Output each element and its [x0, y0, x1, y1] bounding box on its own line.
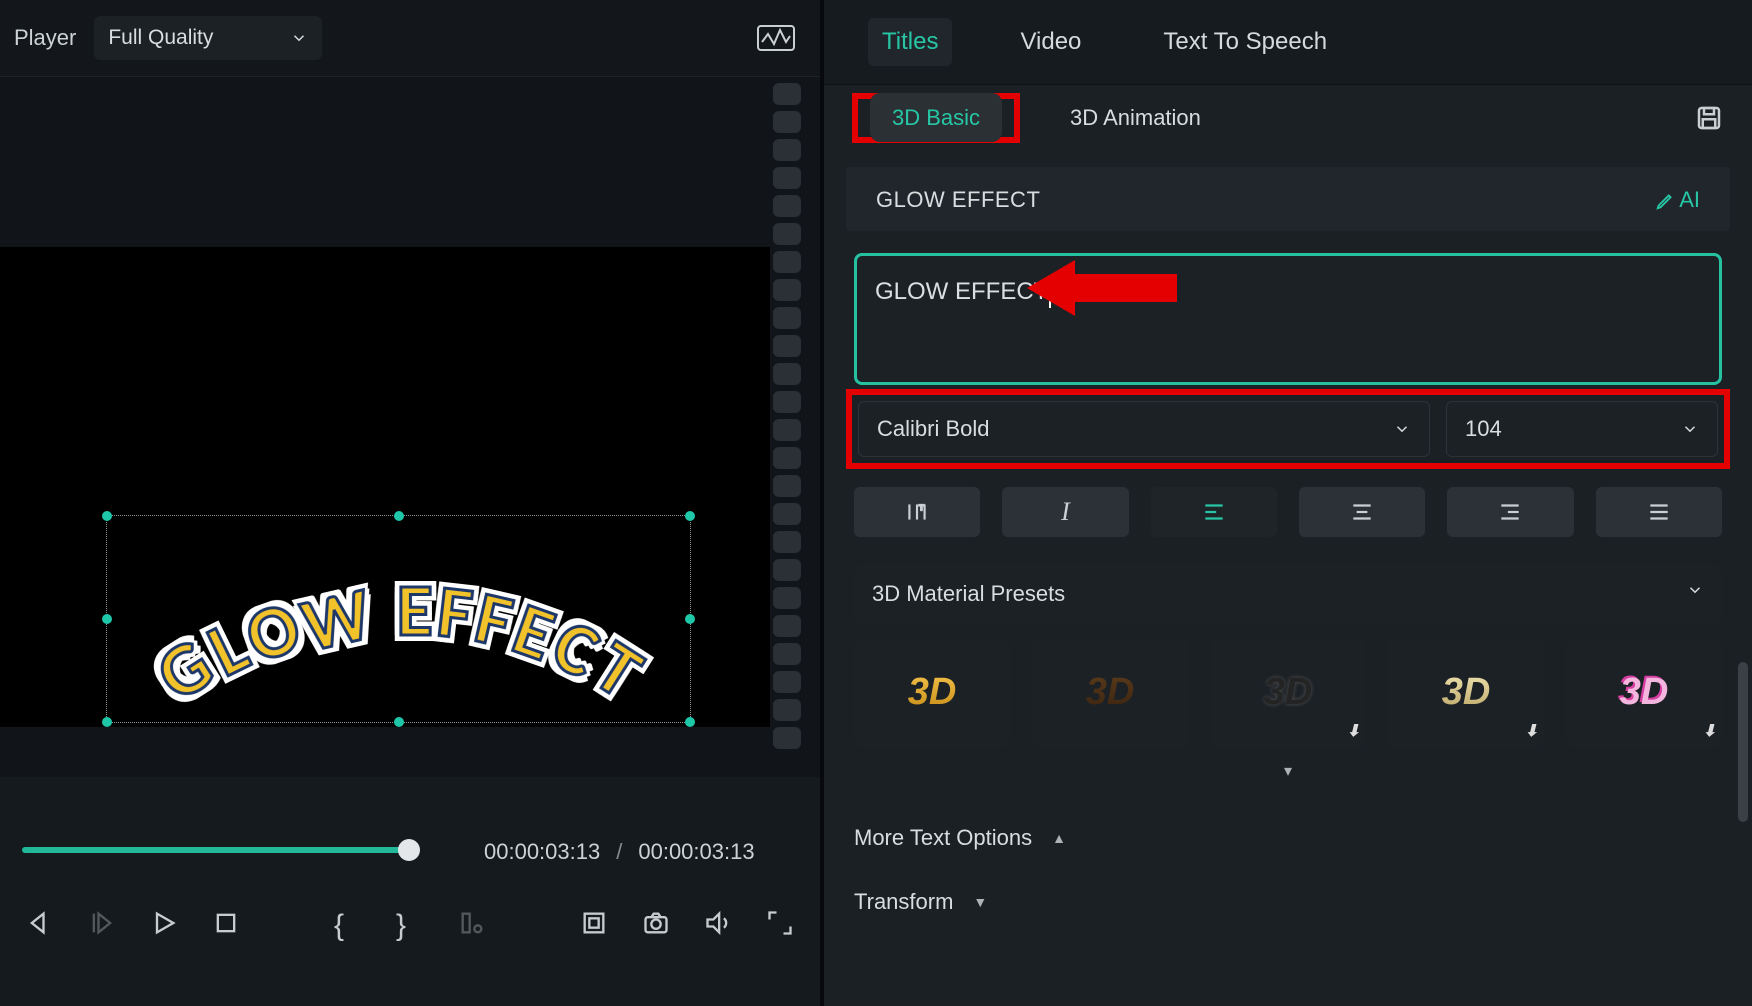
- preset-tile-1[interactable]: 3D: [854, 639, 1010, 747]
- section-header: GLOW EFFECT AI: [846, 167, 1730, 231]
- transform-label: Transform: [854, 889, 953, 915]
- timeline: 00:00:03:13 / 00:00:03:13: [0, 817, 820, 891]
- text-input-card[interactable]: GLOW EFFECT: [854, 253, 1722, 385]
- handle-bot-left[interactable]: [102, 717, 112, 727]
- mark-out-icon[interactable]: }: [396, 909, 424, 937]
- annotation-arrow: [1027, 250, 1177, 335]
- transform-section[interactable]: Transform ▼: [854, 889, 1722, 915]
- handle-mid-right[interactable]: [685, 614, 695, 624]
- preview-canvas: GLOW EFFECT: [0, 247, 770, 727]
- time-track-fill: [22, 847, 412, 853]
- top-tabs: Titles Video Text To Speech: [824, 0, 1752, 85]
- handle-top-mid[interactable]: [394, 511, 404, 521]
- handle-bot-right[interactable]: [685, 717, 695, 727]
- annotation-red-box-subtab: 3D Basic: [852, 93, 1020, 143]
- presets-header[interactable]: 3D Material Presets: [854, 565, 1722, 623]
- prev-frame-icon[interactable]: [26, 909, 54, 937]
- tab-video[interactable]: Video: [1006, 18, 1095, 66]
- tab-titles[interactable]: Titles: [868, 18, 952, 66]
- caret-up-icon: ▲: [1052, 830, 1066, 846]
- save-preset-icon[interactable]: [1694, 103, 1724, 133]
- subtab-3d-animation[interactable]: 3D Animation: [1048, 93, 1223, 143]
- svg-text:T: T: [919, 503, 924, 512]
- fullscreen-icon[interactable]: [766, 909, 794, 937]
- caret-down-icon: ▼: [973, 894, 987, 910]
- presets-row: 3D 3D 3D⬇ 3D⬇ 3D⬇: [854, 639, 1722, 747]
- player-header: Player Full Quality: [0, 0, 820, 77]
- film-strip: [773, 77, 803, 777]
- preset-tile-5[interactable]: 3D⬇: [1566, 639, 1722, 747]
- stop-icon[interactable]: [212, 909, 240, 937]
- preview-text: GLOW EFFECT: [184, 565, 612, 655]
- chevron-down-icon: [290, 29, 308, 47]
- align-right-button[interactable]: [1447, 487, 1573, 537]
- handle-mid-left[interactable]: [102, 614, 112, 624]
- time-slider[interactable]: [22, 843, 798, 853]
- chevron-down-icon: [1681, 420, 1699, 438]
- download-icon: ⬇: [1525, 721, 1538, 741]
- quality-dropdown[interactable]: Full Quality: [94, 16, 322, 60]
- handle-bot-mid[interactable]: [394, 717, 404, 727]
- annotation-red-box-font: Calibri Bold 104: [846, 389, 1730, 469]
- align-justify-button[interactable]: [1596, 487, 1722, 537]
- font-family-value: Calibri Bold: [877, 416, 990, 442]
- handle-top-left[interactable]: [102, 511, 112, 521]
- time-thumb[interactable]: [398, 839, 420, 861]
- align-center-button[interactable]: [1299, 487, 1425, 537]
- preview-viewport[interactable]: GLOW EFFECT: [0, 77, 820, 777]
- player-label: Player: [14, 25, 76, 51]
- font-size-dropdown[interactable]: 104: [1446, 401, 1718, 457]
- format-toolbar: T I: [854, 487, 1722, 537]
- text-input-value[interactable]: GLOW EFFECT: [875, 278, 1048, 305]
- presets-expander[interactable]: ▾: [854, 755, 1722, 787]
- snapshot-icon[interactable]: [642, 909, 670, 937]
- subtab-row: 3D Basic 3D Animation: [824, 85, 1752, 151]
- font-family-dropdown[interactable]: Calibri Bold: [858, 401, 1430, 457]
- ai-label: AI: [1679, 187, 1700, 213]
- download-icon: ⬇: [1703, 721, 1716, 741]
- volume-icon[interactable]: [704, 909, 732, 937]
- marker-icon[interactable]: [458, 909, 486, 937]
- selection-box[interactable]: GLOW EFFECT: [106, 515, 691, 723]
- chevron-down-icon: [1686, 581, 1704, 599]
- preset-tile-2[interactable]: 3D: [1032, 639, 1188, 747]
- mark-in-icon[interactable]: {: [334, 909, 362, 937]
- italic-button[interactable]: I: [1002, 487, 1128, 537]
- waveform-icon[interactable]: [756, 22, 796, 54]
- chevron-down-icon: [1393, 420, 1411, 438]
- crop-icon[interactable]: [580, 909, 608, 937]
- player-toolbar: { }: [0, 891, 820, 955]
- presets-label: 3D Material Presets: [872, 581, 1065, 607]
- more-text-options[interactable]: More Text Options ▲: [854, 825, 1722, 851]
- inspector-pane: Titles Video Text To Speech 3D Basic 3D …: [820, 0, 1752, 1006]
- quality-value: Full Quality: [108, 26, 213, 50]
- font-size-value: 104: [1465, 416, 1502, 442]
- player-pane: Player Full Quality GLOW: [0, 0, 820, 1006]
- preset-tile-4[interactable]: 3D⬇: [1388, 639, 1544, 747]
- ai-edit-icon[interactable]: AI: [1655, 187, 1700, 213]
- section-title: GLOW EFFECT: [876, 187, 1040, 213]
- tab-tts[interactable]: Text To Speech: [1149, 18, 1341, 66]
- align-left-button[interactable]: [1151, 487, 1277, 537]
- play-icon[interactable]: [150, 909, 178, 937]
- handle-top-right[interactable]: [685, 511, 695, 521]
- next-frame-icon[interactable]: [88, 909, 116, 937]
- download-icon: ⬇: [1347, 721, 1360, 741]
- subtab-3d-basic[interactable]: 3D Basic: [870, 93, 1002, 142]
- scrollbar[interactable]: [1738, 662, 1748, 822]
- more-text-options-label: More Text Options: [854, 825, 1032, 851]
- spacing-button[interactable]: T: [854, 487, 980, 537]
- preset-tile-3[interactable]: 3D⬇: [1210, 639, 1366, 747]
